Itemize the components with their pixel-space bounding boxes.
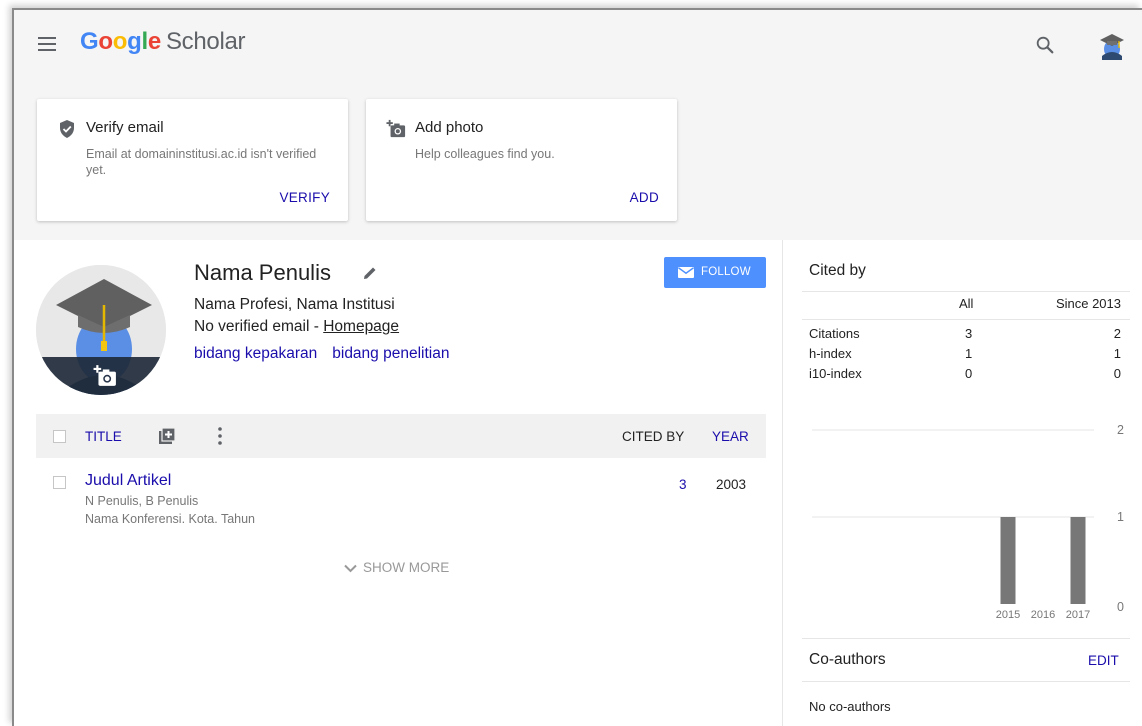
- column-divider: [782, 240, 783, 726]
- row-checkbox[interactable]: [53, 476, 66, 489]
- sort-by-year[interactable]: YEAR: [712, 429, 749, 444]
- sort-by-title[interactable]: TITLE: [85, 429, 122, 444]
- chart-x-tick-label: 2015: [996, 609, 1020, 620]
- article-authors: N Penulis, B Penulis: [85, 494, 199, 508]
- add-photo-button[interactable]: ADD: [630, 190, 659, 205]
- article-venue: Nama Konferensi. Kota. Tahun: [85, 512, 256, 526]
- profile-email-line: No verified email - Homepage: [194, 318, 399, 336]
- top-app-bar: Google Scholar: [14, 10, 1142, 82]
- logo-letter: e: [147, 28, 161, 55]
- logo-scholar-text: Scholar: [165, 28, 246, 55]
- edit-coauthors-button[interactable]: EDIT: [1088, 653, 1119, 668]
- metric-label: Citations: [809, 326, 860, 341]
- logo-letter: o: [98, 28, 113, 55]
- profile-affiliation: Nama Profesi, Nama Institusi: [194, 296, 395, 313]
- chevron-down-icon: [344, 564, 357, 573]
- chart-x-tick-label: 2016: [1031, 609, 1055, 620]
- add-photo-camera-icon: [386, 119, 406, 138]
- col-header-since: Since 2013: [1055, 296, 1121, 311]
- account-avatar-icon[interactable]: [1098, 30, 1126, 60]
- divider: [802, 319, 1130, 320]
- logo-letter: o: [112, 28, 128, 55]
- citations-per-year-chart: 0 1 2 2015 2016 2017: [812, 423, 1124, 620]
- chart-x-tick-label: 2017: [1066, 609, 1090, 620]
- logo-letter: g: [127, 28, 142, 55]
- metric-all: 0: [965, 366, 973, 381]
- follow-button[interactable]: FOLLOW: [664, 257, 766, 288]
- no-coauthors-text: No co-authors: [809, 699, 891, 714]
- divider: [802, 638, 1130, 639]
- screenshot-frame: Google Scholar Verify email Email at doma…: [0, 0, 1142, 726]
- articles-table-header: TITLE CITED BY YEAR: [36, 414, 766, 458]
- google-scholar-logo[interactable]: Google Scholar: [80, 28, 246, 56]
- verify-button[interactable]: VERIFY: [279, 190, 330, 205]
- card-title: Add photo: [415, 119, 484, 136]
- card-title: Verify email: [86, 119, 164, 136]
- homepage-link[interactable]: Homepage: [323, 318, 399, 335]
- add-photo-card: Add photo Help colleagues find you. ADD: [366, 99, 677, 221]
- article-title-link[interactable]: Judul Artikel: [85, 472, 171, 490]
- metric-label: h-index: [809, 346, 852, 361]
- scholar-page: Google Scholar Verify email Email at doma…: [12, 8, 1142, 726]
- change-photo-overlay[interactable]: [36, 357, 166, 395]
- logo-letter: G: [80, 28, 99, 55]
- chart-bar[interactable]: [1070, 517, 1086, 604]
- coauthors-heading: Co-authors: [809, 651, 886, 668]
- email-status-text: No verified email -: [194, 318, 324, 335]
- chart-y-tick-label: 1: [1117, 510, 1124, 524]
- col-header-all: All: [959, 296, 974, 311]
- follow-label: FOLLOW: [701, 266, 751, 278]
- add-photo-camera-icon: [93, 365, 116, 386]
- verify-email-card: Verify email Email at domaininstitusi.ac…: [37, 99, 348, 221]
- select-all-checkbox[interactable]: [53, 430, 66, 443]
- add-article-icon[interactable]: [157, 426, 177, 446]
- chart-bar[interactable]: [1000, 517, 1016, 604]
- profile-photo[interactable]: [36, 265, 166, 395]
- research-interests: bidang kepakaran bidang penelitian: [194, 345, 464, 363]
- metric-since: 2: [1113, 326, 1121, 341]
- chart-y-tick-label: 2: [1117, 423, 1124, 437]
- notification-band: Verify email Email at domaininstitusi.ac…: [14, 82, 1142, 240]
- divider: [802, 291, 1130, 292]
- show-more-label: SHOW MORE: [363, 560, 450, 575]
- card-text: Email at domaininstitusi.ac.id isn't ver…: [86, 147, 317, 177]
- edit-pencil-icon[interactable]: [363, 266, 377, 280]
- more-vert-icon[interactable]: [218, 427, 222, 445]
- card-text: Help colleagues find you.: [415, 147, 555, 161]
- metric-label: i10-index: [809, 366, 862, 381]
- hamburger-menu-icon[interactable]: [38, 37, 56, 51]
- metric-all: 3: [965, 326, 973, 341]
- metric-since: 0: [1113, 366, 1121, 381]
- chart-y-tick-label: 0: [1117, 600, 1124, 614]
- article-year: 2003: [716, 477, 747, 492]
- interest-link[interactable]: bidang penelitian: [332, 345, 449, 362]
- interest-link[interactable]: bidang kepakaran: [194, 345, 317, 362]
- profile-name: Nama Penulis: [194, 260, 331, 285]
- cited-by-heading: Cited by: [809, 262, 866, 279]
- metric-since: 1: [1113, 346, 1121, 361]
- divider: [802, 681, 1130, 682]
- sort-by-cited[interactable]: CITED BY: [622, 429, 684, 444]
- search-icon[interactable]: [1034, 34, 1056, 56]
- shield-check-icon: [60, 120, 74, 138]
- show-more-button[interactable]: SHOW MORE: [344, 560, 449, 575]
- mail-icon: [678, 267, 694, 278]
- article-cited-by-link[interactable]: 3: [679, 477, 687, 492]
- metric-all: 1: [965, 346, 973, 361]
